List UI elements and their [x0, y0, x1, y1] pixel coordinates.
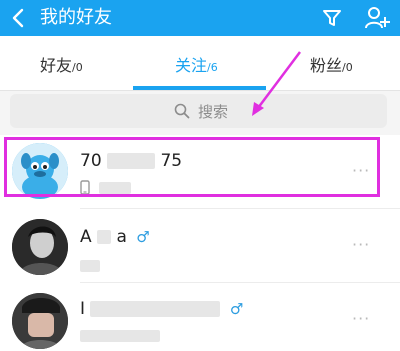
blurred-name-segment [97, 230, 112, 244]
tab-friends[interactable]: 好友/0 [40, 52, 83, 76]
contact-subtitle [80, 255, 100, 274]
contact-name: I ♂ [80, 299, 243, 319]
avatar [12, 143, 68, 199]
tab-following[interactable]: 关注/6 [175, 52, 218, 76]
search-area: 搜索 [0, 91, 400, 135]
search-input[interactable]: 搜索 [10, 94, 387, 128]
more-options-button[interactable]: ··· [352, 309, 370, 328]
tab-bar: 好友/0 关注/6 粉丝/0 [0, 36, 400, 91]
phone-icon [80, 180, 90, 195]
person-photo-avatar-icon [12, 219, 68, 275]
list-item[interactable]: I ♂ ··· [0, 283, 400, 351]
avatar [12, 293, 68, 349]
add-friend-icon[interactable] [364, 5, 390, 31]
tab-friends-label: 好友 [40, 56, 73, 75]
contact-name-end: 75 [160, 151, 183, 171]
search-icon [174, 103, 190, 119]
tab-following-label: 关注 [175, 56, 208, 75]
avatar [12, 219, 68, 275]
male-gender-icon: ♂ [229, 300, 244, 318]
more-options-button[interactable]: ··· [352, 161, 370, 180]
tab-fans-count: /0 [342, 61, 353, 74]
cartoon-dog-avatar-icon [12, 143, 68, 199]
blurred-name-segment [90, 301, 221, 317]
contact-name-start: I [80, 299, 86, 319]
contact-name-end: a [116, 227, 127, 247]
contact-subtitle [80, 325, 160, 344]
back-arrow-icon[interactable] [10, 8, 28, 28]
top-bar: 我的好友 [0, 0, 400, 36]
male-gender-icon: ♂ [136, 228, 150, 246]
page-title: 我的好友 [40, 7, 112, 28]
list-item[interactable]: A a ♂ ··· [0, 209, 400, 282]
tab-following-count: /6 [207, 61, 218, 74]
blurred-name-segment [107, 153, 156, 169]
person-photo-avatar-icon [12, 293, 68, 349]
contact-name: 70 75 [80, 151, 182, 171]
tab-friends-count: /0 [72, 61, 83, 74]
contact-name: A a ♂ [80, 227, 150, 247]
tab-fans-label: 粉丝 [310, 56, 343, 75]
list-item[interactable]: 70 75 ··· [0, 135, 400, 208]
tab-fans[interactable]: 粉丝/0 [310, 52, 353, 76]
contact-name-start: 70 [80, 151, 102, 171]
blurred-status [80, 329, 160, 342]
blurred-status [99, 181, 132, 194]
filter-icon[interactable] [320, 6, 344, 30]
blurred-status [80, 259, 100, 272]
search-placeholder: 搜索 [198, 103, 229, 121]
more-options-button[interactable]: ··· [352, 235, 370, 254]
contact-name-start: A [80, 227, 92, 247]
contact-subtitle [80, 177, 132, 196]
